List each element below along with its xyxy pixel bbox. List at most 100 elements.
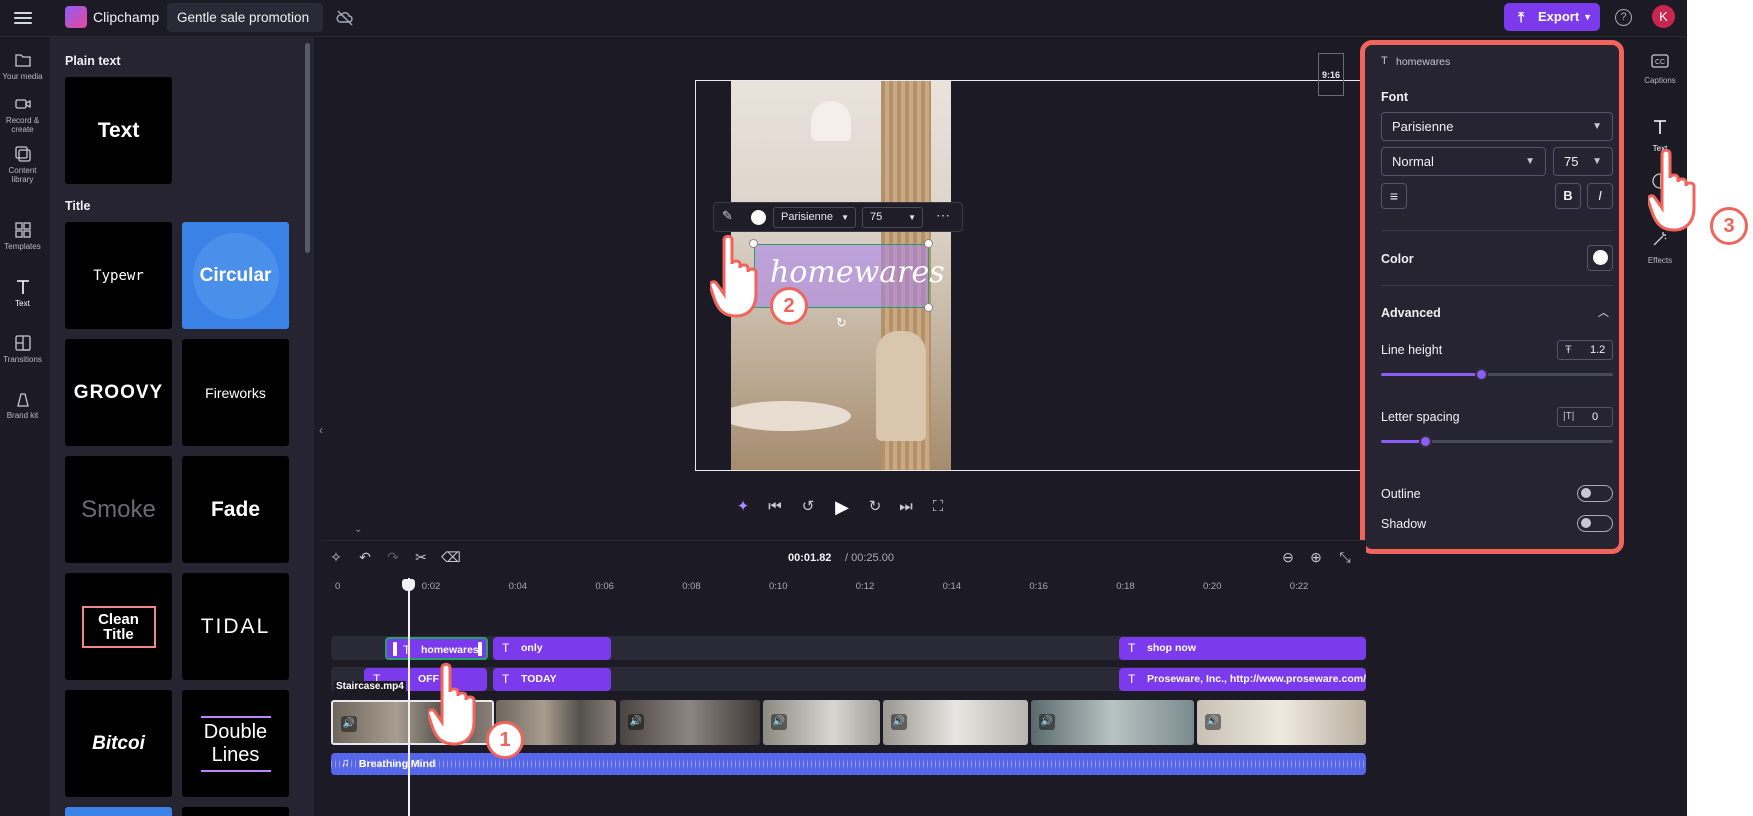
speaker-icon[interactable]: 🔊: [628, 714, 644, 730]
nav-text[interactable]: Text: [0, 278, 45, 308]
text-clip-selected[interactable]: Thomewares: [385, 637, 488, 660]
export-button[interactable]: ⤒ Export ▼: [1504, 3, 1600, 31]
tidal-tile[interactable]: TIDAL: [182, 573, 289, 680]
resize-handle[interactable]: [924, 303, 933, 312]
video-clip[interactable]: 🔊: [620, 700, 760, 745]
speaker-icon[interactable]: 🔊: [1205, 714, 1221, 730]
music-icon: ♫: [341, 757, 350, 769]
chevron-up-icon[interactable]: ︿: [1598, 304, 1609, 320]
smoke-tile[interactable]: Smoke: [65, 456, 172, 563]
nav-transitions[interactable]: Transitions: [0, 334, 45, 364]
line-height-input[interactable]: Ŧ 1.2: [1557, 340, 1613, 360]
step-badge: 1: [486, 721, 524, 759]
double-lines-tile[interactable]: Double Lines: [182, 690, 289, 797]
font-size-select[interactable]: 75 ▼: [1553, 147, 1613, 176]
video-clip[interactable]: 🔊: [763, 700, 880, 745]
magic-ai-icon[interactable]: ✦: [733, 497, 753, 517]
text-clip[interactable]: T TODAY: [493, 668, 611, 691]
help-icon[interactable]: ?: [1615, 9, 1632, 26]
zoom-out-icon[interactable]: ⊖: [1279, 548, 1297, 566]
video-clip[interactable]: 🔊: [1031, 700, 1194, 745]
nav-content-library[interactable]: Content library: [0, 145, 45, 184]
zoom-in-icon[interactable]: ⊕: [1307, 548, 1325, 566]
skip-forward-icon[interactable]: ⏭: [896, 497, 916, 517]
slider-knob[interactable]: [1419, 435, 1433, 448]
redo-icon[interactable]: ↷: [384, 548, 402, 566]
nav-label: Templates: [4, 242, 41, 251]
more-options-icon[interactable]: ⋯: [936, 207, 950, 224]
size-select[interactable]: 75 ▼: [862, 207, 923, 228]
speaker-icon[interactable]: 🔊: [341, 716, 357, 732]
fireworks-tile[interactable]: Fireworks: [182, 339, 289, 446]
nav-brand-kit[interactable]: Brand kit: [0, 390, 45, 420]
outline-toggle[interactable]: [1577, 485, 1613, 502]
magic-icon[interactable]: ✧: [327, 548, 345, 566]
font-weight-select[interactable]: Normal ▼: [1381, 147, 1546, 176]
delete-icon[interactable]: ⌫: [441, 548, 461, 566]
clean-title-tile[interactable]: Clean Title: [65, 573, 172, 680]
bold-button[interactable]: B: [1555, 183, 1581, 209]
audio-clip[interactable]: ♫ Breathing Mind: [331, 753, 1366, 775]
font-select[interactable]: Parisienne ▼: [773, 207, 856, 228]
shadow-toggle[interactable]: [1577, 515, 1613, 532]
italic-button[interactable]: I: [1587, 183, 1613, 209]
ruler-tick: 0:12: [855, 581, 875, 592]
partial-tile[interactable]: [182, 807, 289, 816]
color-swatch[interactable]: [751, 210, 766, 225]
bitcoin-tile[interactable]: Bitcoi: [65, 690, 172, 797]
letter-spacing-input[interactable]: |T| 0: [1557, 407, 1613, 427]
undo-icon[interactable]: ↶: [356, 548, 374, 566]
skip-back-icon[interactable]: ⏮: [765, 497, 785, 517]
rewind-5-icon[interactable]: ↺: [798, 497, 818, 517]
fit-icon[interactable]: ⤡: [1336, 548, 1354, 566]
playhead-handle[interactable]: [402, 579, 415, 591]
ruler-tick: 0: [335, 581, 341, 592]
trim-handle[interactable]: [393, 642, 397, 656]
circular-tile[interactable]: Circular: [182, 222, 289, 329]
forward-5-icon[interactable]: ↻: [865, 497, 885, 517]
align-icon[interactable]: ≡: [1381, 183, 1407, 209]
slider-knob[interactable]: [1474, 368, 1488, 381]
folder-icon: [14, 54, 31, 67]
text-tile[interactable]: Text: [65, 77, 172, 184]
resize-handle[interactable]: [924, 239, 933, 248]
pointer-hand-icon: [710, 234, 758, 318]
avatar[interactable]: K: [1652, 5, 1675, 28]
cloud-sync-icon[interactable]: [336, 9, 354, 27]
text-clip[interactable]: T Proseware, Inc., http://www.proseware.c…: [1119, 668, 1366, 691]
color-picker-button[interactable]: [1587, 245, 1613, 271]
font-family-select[interactable]: Parisienne ▼: [1381, 112, 1613, 141]
speaker-icon[interactable]: 🔊: [771, 714, 787, 730]
rail-captions[interactable]: CC Captions: [1634, 54, 1686, 85]
trim-handle[interactable]: [478, 642, 482, 656]
play-icon[interactable]: ▶: [832, 497, 852, 517]
split-icon[interactable]: ✂: [412, 548, 430, 566]
overlay-text[interactable]: homewares: [770, 255, 945, 290]
partial-tile[interactable]: [65, 807, 172, 816]
text-clip[interactable]: Tonly: [493, 637, 611, 660]
typewriter-tile[interactable]: Typewr: [65, 222, 172, 329]
pencil-icon[interactable]: ✎: [722, 208, 733, 224]
aspect-ratio-button[interactable]: 9:16: [1318, 53, 1344, 96]
camera-icon: [14, 99, 31, 109]
nav-record-create[interactable]: Record & create: [0, 95, 45, 134]
playhead[interactable]: [408, 578, 410, 816]
menu-icon[interactable]: [14, 9, 32, 27]
video-clip[interactable]: 🔊: [883, 700, 1028, 745]
speaker-icon[interactable]: 🔊: [1039, 714, 1055, 730]
chevron-down-icon[interactable]: ⌄: [354, 524, 362, 535]
fullscreen-icon[interactable]: ⛶: [928, 497, 948, 517]
groovy-tile[interactable]: GROOVY: [65, 339, 172, 446]
video-clip[interactable]: 🔊: [1197, 700, 1366, 745]
line-height-slider[interactable]: [1381, 368, 1613, 381]
fade-tile[interactable]: Fade: [182, 456, 289, 563]
library-scrollbar[interactable]: [305, 43, 310, 253]
rotate-icon[interactable]: ↻: [836, 315, 847, 331]
collapse-panel-icon[interactable]: ‹: [314, 410, 328, 450]
project-name-input[interactable]: Gentle sale promotion: [167, 3, 323, 32]
nav-templates[interactable]: Templates: [0, 221, 45, 251]
speaker-icon[interactable]: 🔊: [891, 714, 907, 730]
text-clip[interactable]: Tshop now: [1119, 637, 1366, 660]
letter-spacing-slider[interactable]: [1381, 435, 1613, 448]
nav-your-media[interactable]: Your media: [0, 51, 45, 81]
